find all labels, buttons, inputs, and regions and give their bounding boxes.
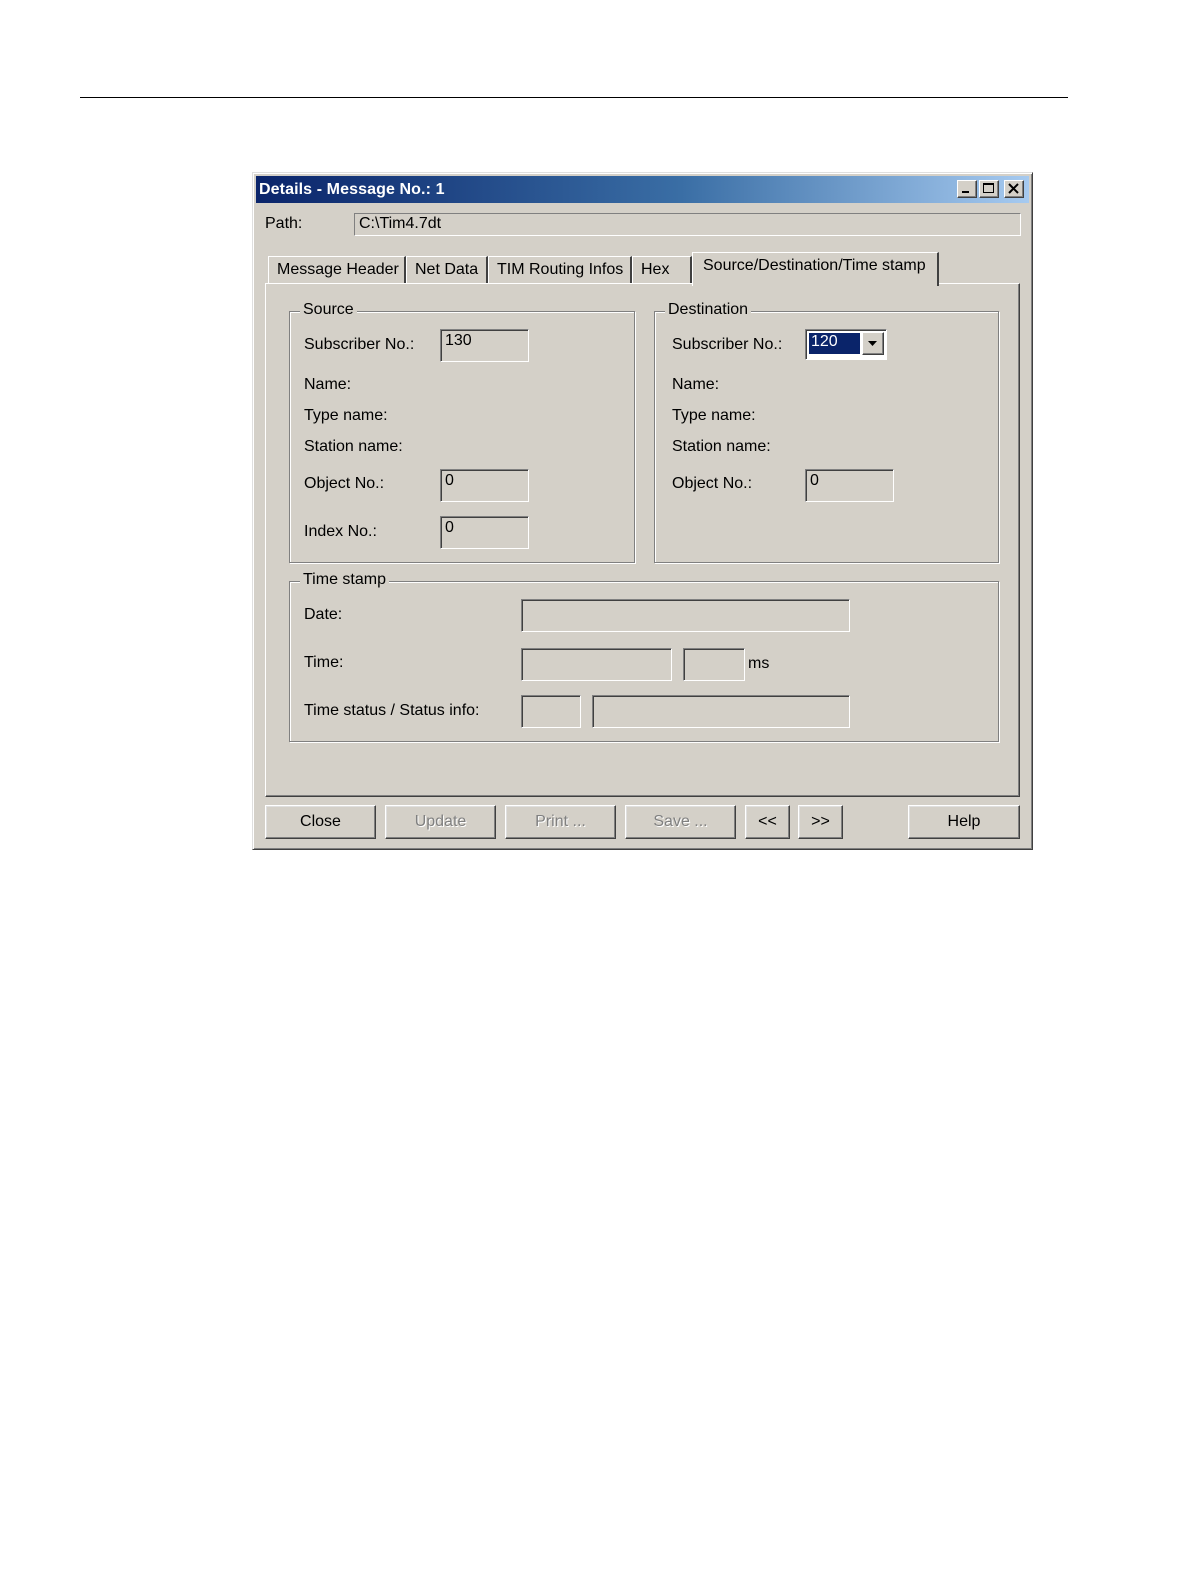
page-header-rule [80, 97, 1068, 98]
minimize-icon [962, 191, 969, 193]
dropdown-button[interactable] [862, 332, 884, 355]
source-group-title: Source [300, 301, 357, 319]
destination-group: Destination Subscriber No.: 120 Name: Ty… [654, 301, 999, 563]
destination-group-title: Destination [665, 301, 752, 319]
source-station-name-label: Station name: [304, 438, 403, 455]
status-info-field[interactable] [592, 695, 850, 728]
help-button[interactable]: Help [908, 805, 1020, 839]
source-object-label: Object No.: [304, 475, 385, 492]
destination-name-label: Name: [672, 376, 720, 393]
destination-object-label: Object No.: [672, 475, 753, 492]
source-index-label: Index No.: [304, 523, 377, 540]
minimize-button[interactable] [957, 180, 977, 198]
tab-net-data[interactable]: Net Data [406, 256, 488, 284]
destination-subscriber-label: Subscriber No.: [672, 336, 783, 353]
path-field[interactable]: C:\Tim4.7dt [354, 213, 1021, 236]
maximize-button[interactable] [979, 180, 999, 198]
destination-type-name-label: Type name: [672, 407, 756, 424]
time-stamp-group: Time stamp Date: Time: ms Time status / … [289, 571, 999, 742]
destination-station-name-label: Station name: [672, 438, 771, 455]
close-button[interactable]: Close [265, 805, 376, 839]
close-window-button[interactable] [1004, 180, 1024, 198]
date-field[interactable] [521, 599, 850, 632]
print-button[interactable]: Print ... [505, 805, 616, 839]
source-subscriber-field[interactable]: 130 [440, 329, 529, 362]
tab-panel: Source Subscriber No.: 130 Name: Type na… [265, 283, 1020, 797]
save-button[interactable]: Save ... [625, 805, 736, 839]
source-group: Source Subscriber No.: 130 Name: Type na… [289, 301, 635, 563]
window-title: Details - Message No.: 1 [259, 181, 445, 198]
close-icon [1008, 183, 1019, 194]
details-window: Details - Message No.: 1 Path: C:\Tim4.7… [252, 172, 1033, 850]
source-index-field[interactable]: 0 [440, 516, 529, 549]
source-subscriber-label: Subscriber No.: [304, 336, 415, 353]
title-bar[interactable]: Details - Message No.: 1 [256, 176, 1029, 203]
time-stamp-group-title: Time stamp [300, 571, 389, 589]
destination-object-field[interactable]: 0 [805, 469, 894, 502]
date-label: Date: [304, 606, 343, 623]
source-type-name-label: Type name: [304, 407, 388, 424]
ms-unit-label: ms [748, 655, 770, 672]
time-label: Time: [304, 654, 344, 671]
next-button[interactable]: >> [798, 805, 843, 839]
time-status-field[interactable] [521, 695, 581, 728]
time-field[interactable] [521, 648, 672, 681]
tab-hex[interactable]: Hex [632, 256, 692, 284]
previous-button[interactable]: << [745, 805, 790, 839]
tab-message-header[interactable]: Message Header [268, 256, 406, 284]
tab-source-destination-time-stamp[interactable]: Source/Destination/Time stamp [692, 252, 939, 286]
time-status-label: Time status / Status info: [304, 702, 480, 719]
path-label: Path: [265, 215, 303, 232]
source-name-label: Name: [304, 376, 352, 393]
ms-field[interactable] [683, 648, 745, 681]
destination-subscriber-combo[interactable]: 120 [805, 329, 887, 360]
destination-subscriber-value: 120 [809, 333, 860, 354]
update-button[interactable]: Update [385, 805, 496, 839]
chevron-down-icon [868, 341, 877, 346]
source-object-field[interactable]: 0 [440, 469, 529, 502]
maximize-icon [983, 183, 994, 193]
tab-tim-routing-infos[interactable]: TIM Routing Infos [488, 256, 632, 284]
